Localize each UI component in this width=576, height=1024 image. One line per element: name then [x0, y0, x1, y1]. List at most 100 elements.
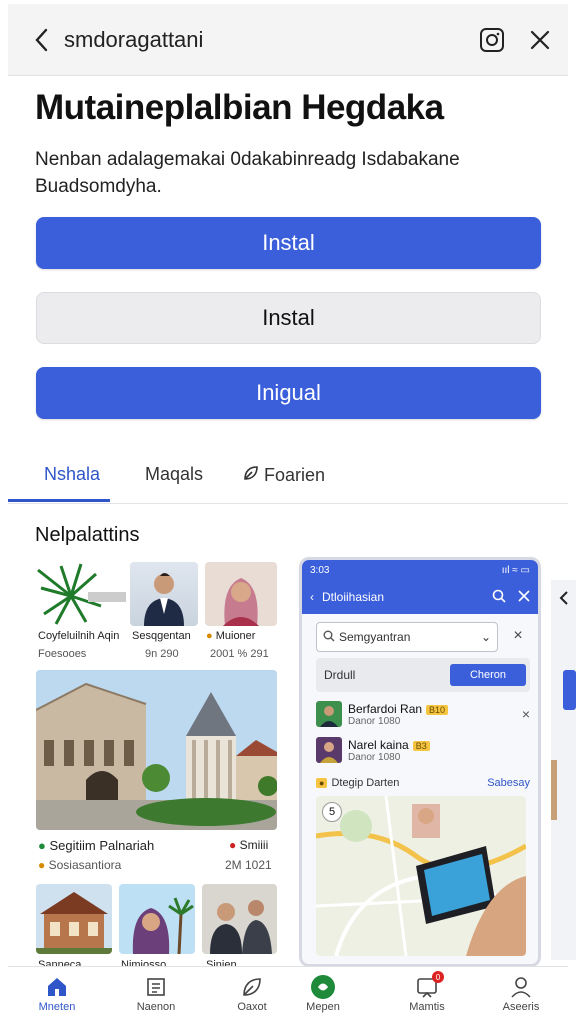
list-item-sub: Danor 1080 [348, 715, 401, 727]
phone-search-placeholder: Semgyantran [339, 630, 411, 644]
nav-label: Mepen [306, 1001, 340, 1013]
phone-search-input[interactable]: Semgyantran ⌄ [316, 622, 498, 652]
avatar [316, 701, 342, 727]
instagram-icon[interactable] [472, 20, 512, 60]
subcaption-text: Sosiasantiora [48, 858, 122, 872]
close-icon[interactable] [520, 20, 560, 60]
nav-item-naenon[interactable]: Naenon [121, 973, 191, 1013]
gallery-caption: Sesqgentan [132, 630, 191, 642]
location-icon: ● [38, 838, 46, 853]
gallery-caption: ● Segitiim Palnariah [38, 838, 154, 853]
search-icon [323, 630, 335, 645]
chevron-left-icon[interactable]: ‹ [310, 590, 314, 604]
leaf-icon [242, 464, 260, 487]
list-item-name: Narel kaina [348, 737, 409, 752]
gallery-subcaption: 9n 290 [145, 648, 179, 660]
nav-item-home[interactable]: Mneten [22, 973, 92, 1013]
tab-label: Nshala [44, 464, 101, 484]
gallery-image-house[interactable] [36, 884, 112, 954]
close-icon[interactable]: × [522, 706, 530, 722]
close-icon[interactable]: × [508, 626, 528, 646]
tab-label: Foarien [264, 465, 326, 485]
nav-item-oaxot[interactable]: Oaxot [217, 973, 287, 1013]
phone-strip-link[interactable]: Sabesay [487, 777, 530, 789]
chevron-left-icon[interactable] [22, 20, 62, 60]
phone-map[interactable]: 5 [316, 796, 526, 956]
gallery-image-building[interactable] [36, 670, 277, 830]
phone-filter-bar: Drdull Cheron [316, 658, 530, 692]
phone-status-bar: 3:03 ııl ≈ ▭ [302, 560, 538, 580]
badge-icon: ● [38, 858, 46, 872]
nav-label: Mneten [38, 1001, 76, 1013]
nav-label: Naenon [136, 1001, 176, 1013]
caption-text: Muioner [215, 630, 256, 642]
alert-icon: ● [229, 838, 237, 852]
page-description: Nenban adalagemakai 0dakabinreadg Isdaba… [35, 149, 460, 197]
search-icon[interactable] [492, 589, 506, 606]
phone-time: 3:03 [310, 564, 330, 576]
gallery-image-woman-hijab[interactable] [205, 562, 277, 626]
window-title: smdoragattani [64, 26, 204, 52]
chevron-down-icon: ⌄ [480, 630, 491, 644]
list-item-name: Berfardoi Ran [348, 701, 423, 716]
tab-foarien[interactable]: Foarien [242, 464, 325, 487]
list-item-title: Berfardoi Ran B10 [348, 701, 449, 716]
nav-item-mamtis[interactable]: 0 Mamtis [392, 971, 462, 1013]
tab-bar: Nshala Maqals Foarien [8, 450, 568, 504]
language-button[interactable]: Inigual [36, 367, 541, 419]
gallery-subcaption: Foesooes [38, 648, 87, 660]
meta-text: Smiiii [239, 838, 269, 852]
phone-filter-label: Drdull [324, 668, 356, 682]
phone-strip: ● Dtegip Darten Sabesay [316, 774, 530, 792]
section-title: Nelpalattins [35, 524, 140, 546]
gallery-subcaption: 2001 % 291 [210, 648, 269, 660]
list-item-sub: Danor 1080 [348, 751, 401, 763]
close-icon[interactable] [518, 589, 530, 605]
leaf-icon [237, 973, 267, 1001]
avatar [316, 737, 342, 763]
nav-label: Aseeris [502, 1001, 540, 1013]
badge-icon: ● [206, 630, 213, 642]
home-icon [42, 973, 72, 1001]
gallery-image-person-suit[interactable] [130, 562, 198, 626]
phone-list-item[interactable]: Narel kaina B3 Danor 1080 [316, 732, 530, 768]
phone-status-icons: ııl ≈ ▭ [501, 564, 530, 576]
phone-preview: 3:03 ııl ≈ ▭ ‹ Dtloiihasian Semgyantran … [299, 557, 541, 967]
document-icon [141, 973, 171, 1001]
top-bar: smdoragattani [8, 4, 568, 76]
gallery-image-palm[interactable] [36, 562, 127, 626]
nav-label: Oaxot [237, 1001, 267, 1013]
gallery-subcaption: ● Sosiasantiora [38, 858, 121, 872]
page-title: Mutaineplalbian Hegdaka [35, 88, 444, 127]
list-item-title: Narel kaina B3 [348, 738, 430, 752]
strip-badge-icon: ● [316, 778, 328, 788]
gallery-meta-sub: 2M 1021 [225, 858, 272, 872]
phone-header: ‹ Dtloiihasian [302, 580, 538, 614]
notification-icon: 0 [412, 971, 444, 1001]
phone-strip-label: Dtegip Darten [331, 777, 400, 789]
list-item-badge: B10 [426, 704, 449, 715]
tab-nshala[interactable]: Nshala [44, 464, 100, 485]
user-icon [506, 973, 536, 1001]
caption-text: Segitiim Palnariah [49, 838, 155, 853]
phone-header-title: Dtloiihasian [322, 590, 385, 604]
gallery-image-woman-palm[interactable] [119, 884, 195, 954]
tab-maqals[interactable]: Maqals [145, 464, 203, 485]
gallery-caption: Coyfeluilnih Aqin [38, 630, 120, 642]
nav-item-mepen[interactable]: Mepen [288, 973, 358, 1013]
nav-item-account[interactable]: Aseeris [486, 973, 556, 1013]
next-card-peek[interactable] [545, 580, 576, 960]
list-item-badge: B3 [412, 740, 430, 751]
gallery-meta: ● Smiiii [229, 838, 268, 852]
nav-label: Mamtis [409, 1001, 445, 1013]
install-secondary-button[interactable]: Instal [36, 292, 541, 344]
map-badge: 5 [322, 802, 342, 822]
active-tab-indicator [8, 499, 110, 502]
phone-filter-button[interactable]: Cheron [450, 664, 526, 686]
bottom-navigation: Mneten Naenon Oaxot Mepen 0 Mamtis Aseer… [8, 966, 568, 1024]
gallery-image-meeting[interactable] [202, 884, 277, 954]
tab-label: Maqals [145, 464, 204, 484]
install-button[interactable]: Instal [36, 217, 541, 269]
notification-badge: 0 [432, 971, 444, 983]
phone-list-item[interactable]: Berfardoi Ran B10 Danor 1080 × [316, 696, 530, 732]
